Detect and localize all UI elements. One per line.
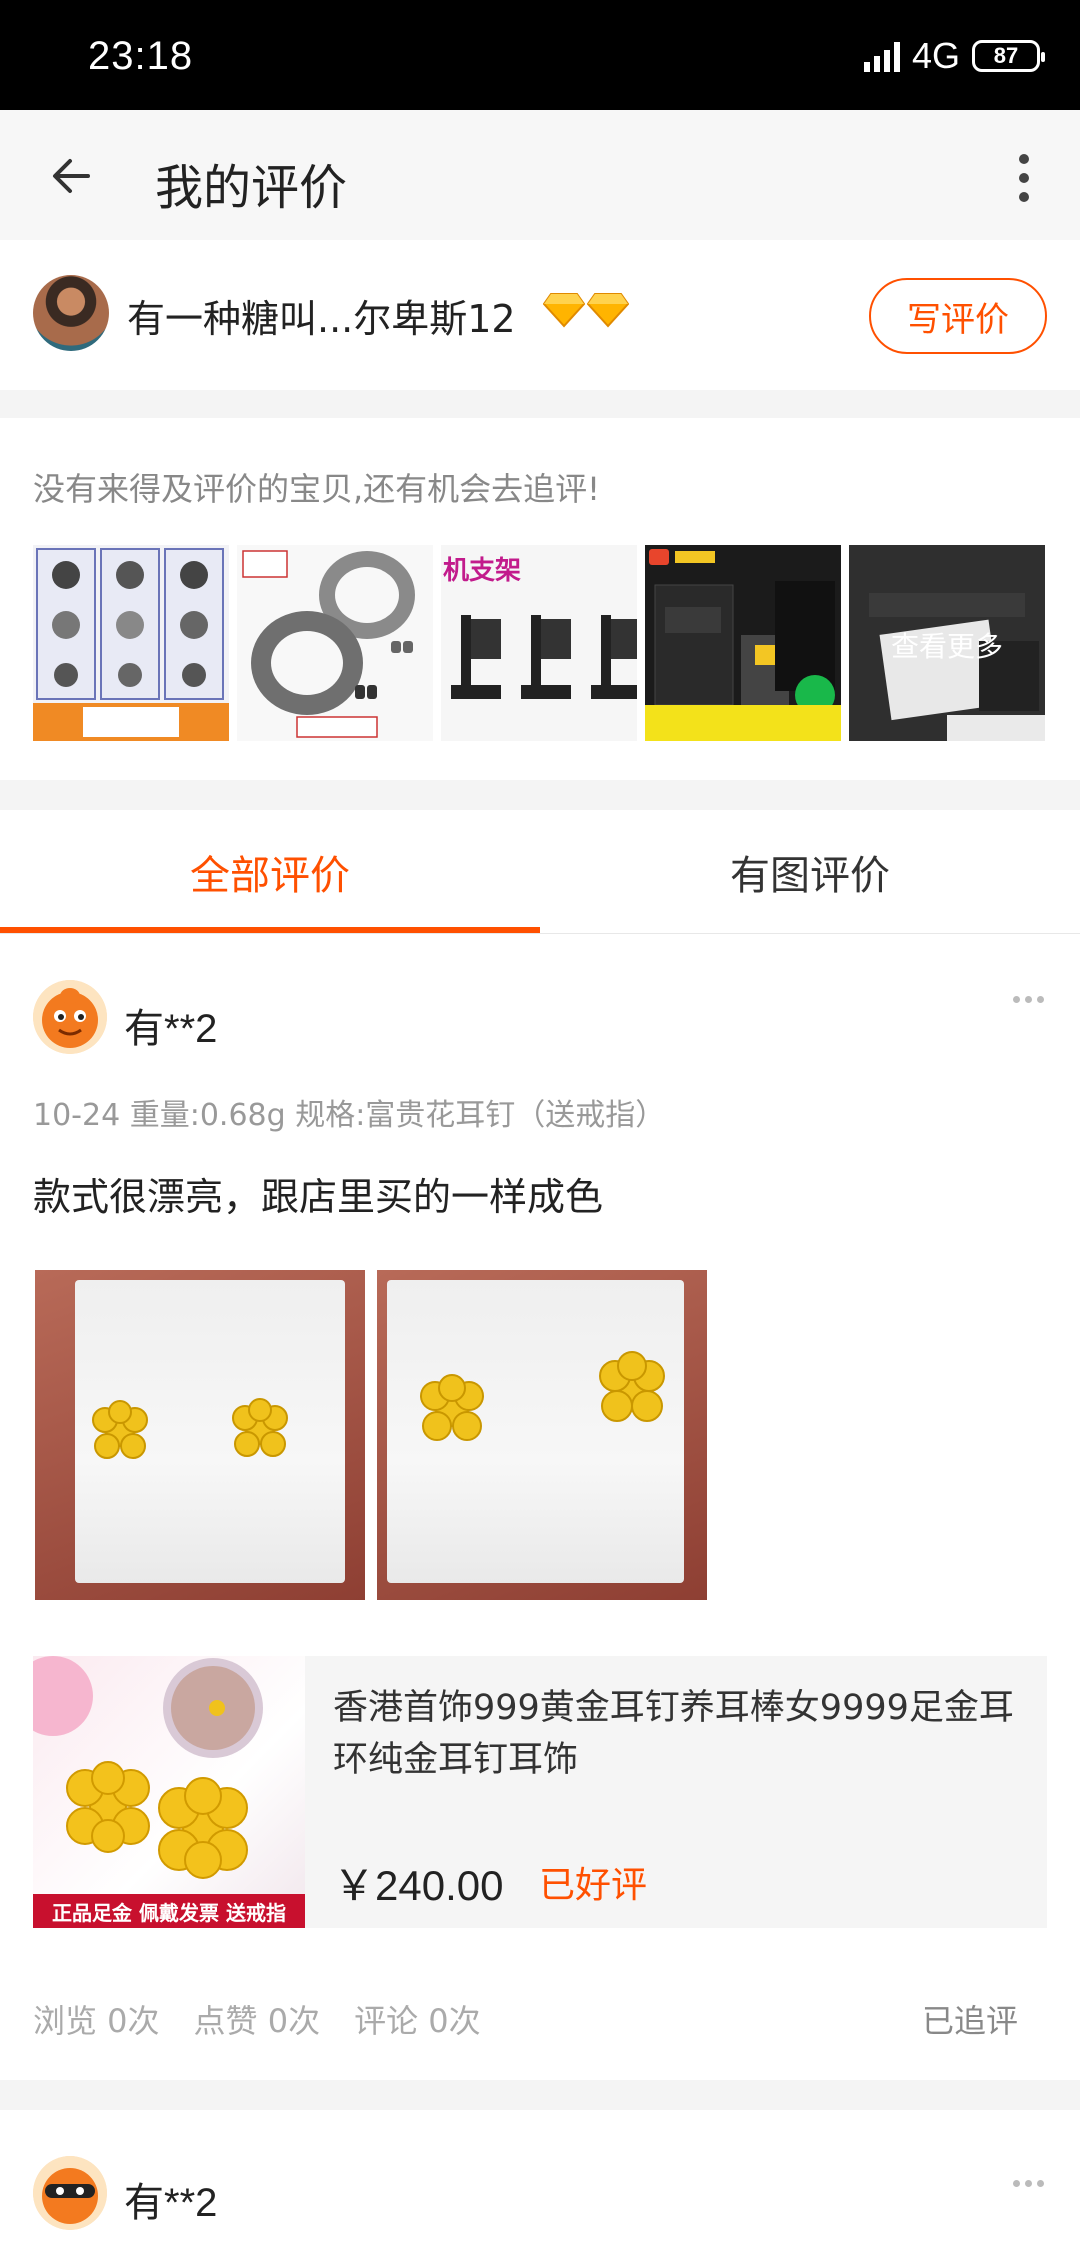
pending-hint: 没有来得及评价的宝贝,还有机会去追评! [33, 470, 601, 508]
pending-thumbnail[interactable]: 机支架 [441, 545, 637, 741]
product-title: 香港首饰999黄金耳钉养耳棒女9999足金耳环纯金耳钉耳饰 [333, 1688, 1014, 1780]
review-photo[interactable] [35, 1270, 365, 1600]
product-banner: 正品足金 佩戴发票 送戒指 [33, 1894, 305, 1928]
view-more-label[interactable]: 查看更多 [849, 625, 1045, 665]
review-photo[interactable] [377, 1270, 707, 1600]
likes-count[interactable]: 点赞 0次 [194, 1996, 321, 2042]
comments-count[interactable]: 评论 0次 [354, 1996, 481, 2042]
review-text: 款式很漂亮，跟店里买的一样成色 [33, 1175, 604, 1219]
write-review-button[interactable]: 写评价 [869, 278, 1047, 354]
signal-icon [863, 40, 900, 72]
pending-thumbnails: 机支架 查看更多 [33, 545, 1045, 741]
more-vertical-icon[interactable] [1004, 150, 1044, 206]
page-title: 我的评价 [155, 160, 348, 216]
reviewed-product[interactable]: 正品足金 佩戴发票 送戒指 香港首饰999黄金耳钉养耳棒女9999足金耳环纯金耳… [33, 1656, 1047, 1928]
review-tabs: 全部评价 有图评价 [0, 810, 1080, 934]
active-tab-indicator [0, 927, 540, 933]
avatar[interactable] [33, 2156, 107, 2230]
battery-level: 87 [993, 43, 1019, 68]
pending-thumbnail[interactable] [237, 545, 433, 741]
user-card: 有一种糖叫...尔卑斯12 写评价 [0, 240, 1080, 390]
diamond-icon [587, 293, 629, 328]
pending-thumbnail[interactable] [33, 545, 229, 741]
nav-bar: 我的评价 [0, 110, 1080, 240]
status-bar: 23:18 4G 87 [0, 0, 1080, 110]
pending-reviews: 没有来得及评价的宝贝,还有机会去追评! 机支架 查看更多 [0, 418, 1080, 780]
followup-status: 已追评 [921, 2002, 1018, 2040]
review-status: 已好评 [539, 1865, 648, 1906]
pending-thumbnail[interactable]: 查看更多 [849, 545, 1045, 741]
pending-thumbnail[interactable] [645, 545, 841, 741]
more-horizontal-icon[interactable] [1013, 2180, 1044, 2187]
battery-icon: 87 [972, 40, 1045, 72]
status-time: 23:18 [88, 34, 194, 78]
avatar[interactable] [33, 275, 109, 351]
review-meta: 10-24 重量:0.68g 规格:富贵花耳钉（送戒指） [33, 1098, 666, 1133]
reviewer-name: 有**2 [124, 1007, 218, 1051]
review-photos [35, 1270, 707, 1600]
tab-all-reviews[interactable]: 全部评价 [0, 810, 540, 934]
views-count: 浏览 0次 [33, 2002, 160, 2040]
diamond-icon [543, 293, 585, 328]
product-price: ￥240.00 [333, 1862, 504, 1909]
arrow-left-icon[interactable] [44, 146, 104, 206]
user-name: 有一种糖叫...尔卑斯12 [127, 297, 516, 341]
network-type: 4G [911, 35, 960, 76]
svg-text:机支架: 机支架 [443, 556, 521, 586]
review-stats: 浏览 0次 点赞 0次 评论 0次 [33, 1996, 481, 2042]
review-card: 有**2 [0, 2110, 1080, 2244]
more-horizontal-icon[interactable] [1013, 996, 1044, 1003]
avatar[interactable] [33, 980, 107, 1054]
review-card: 有**2 10-24 重量:0.68g 规格:富贵花耳钉（送戒指） 款式很漂亮，… [0, 934, 1080, 2080]
tab-photo-reviews[interactable]: 有图评价 [540, 810, 1080, 934]
product-image[interactable]: 正品足金 佩戴发票 送戒指 [33, 1656, 305, 1928]
reviewer-name: 有**2 [124, 2181, 218, 2225]
status-indicators: 4G 87 [863, 34, 1045, 78]
level-badge [543, 292, 629, 328]
